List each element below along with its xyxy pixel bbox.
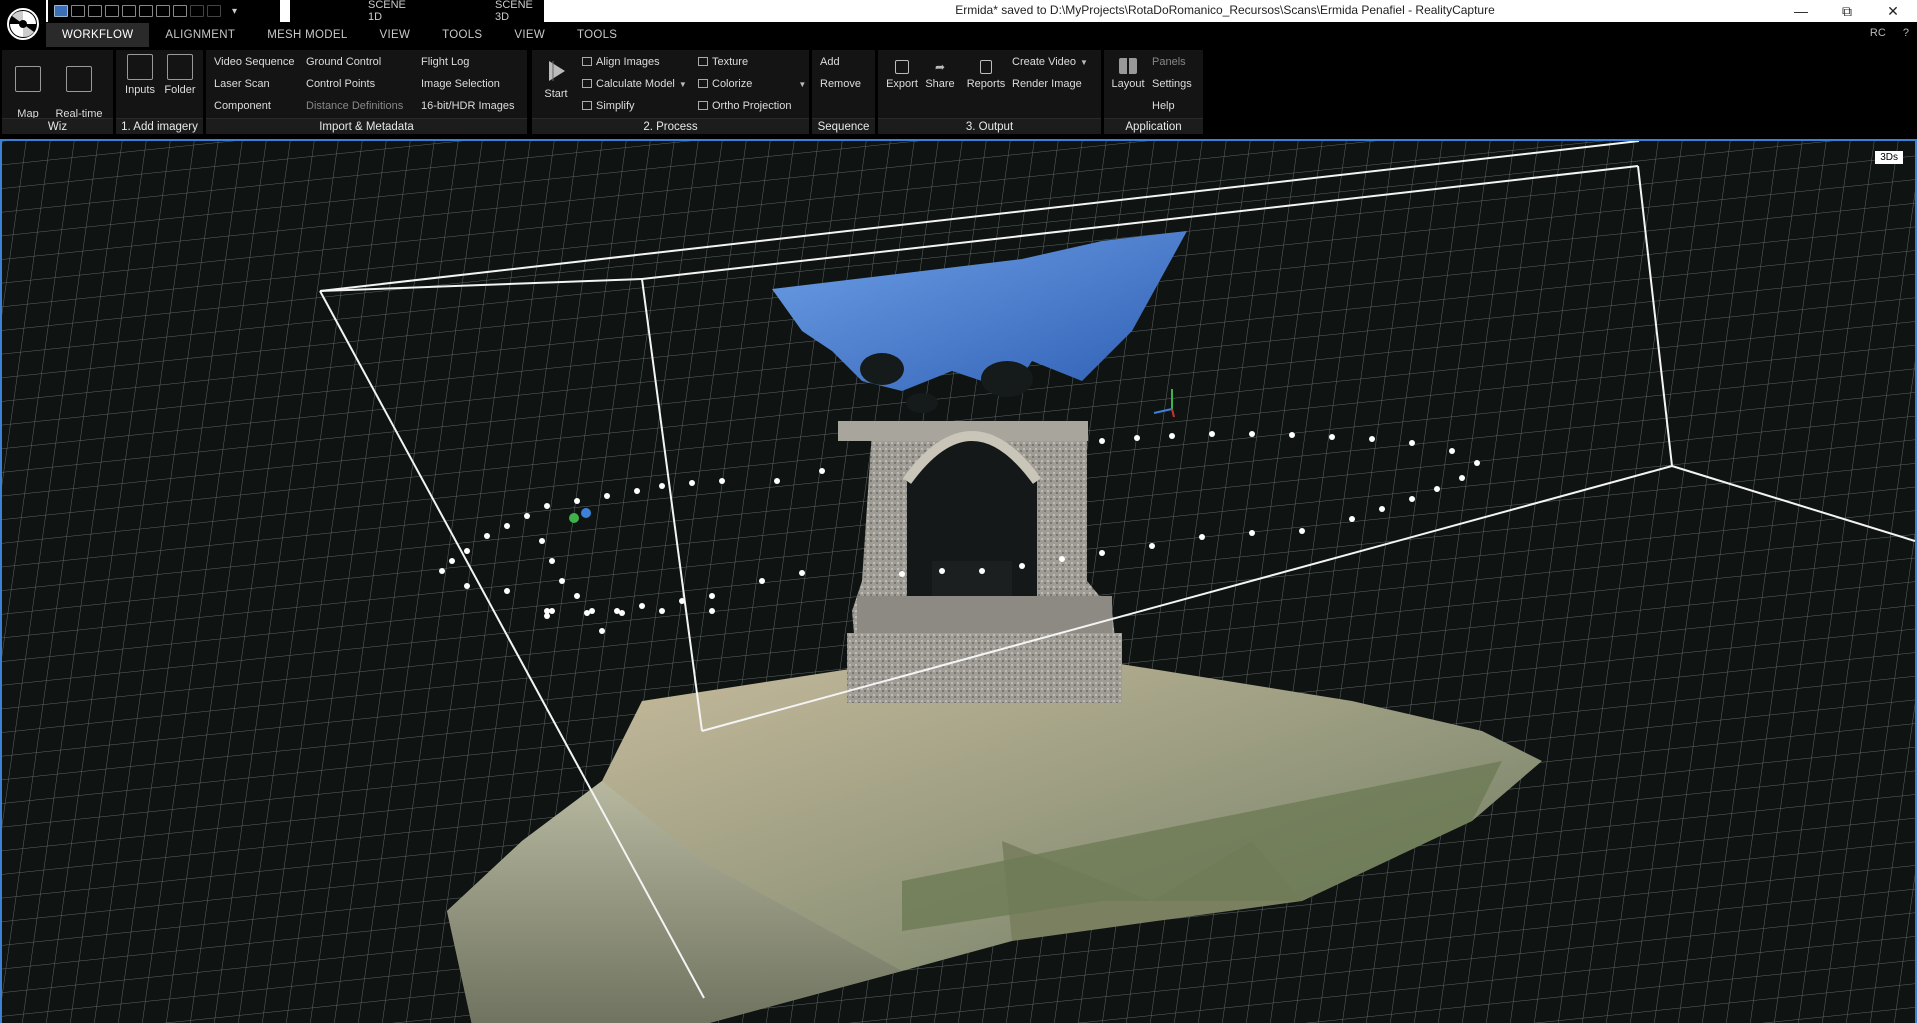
hdr-images-button[interactable]: 16-bit/HDR Images xyxy=(421,98,515,114)
scene-3d-tab[interactable]: SCENE 3D xyxy=(495,0,544,23)
tab-tools-3d[interactable]: TOOLS xyxy=(561,23,633,47)
folder-icon xyxy=(167,54,193,80)
video-sequence-button[interactable]: Video Sequence xyxy=(214,54,295,70)
scene-1d-tab[interactable]: SCENE 1D xyxy=(368,0,417,23)
map-wizard-icon xyxy=(15,66,41,92)
panels-button[interactable]: Panels xyxy=(1152,54,1186,70)
simplify-icon xyxy=(582,101,592,110)
rc-label: RC xyxy=(1869,27,1886,39)
calculate-icon xyxy=(582,79,592,88)
group-wiz: Map Wizard Real-time Assistance Wiz xyxy=(2,50,114,134)
layout-2-icon[interactable] xyxy=(71,5,85,17)
colorize-button[interactable]: Colorize ▼ xyxy=(698,76,806,92)
render-image-button[interactable]: Render Image xyxy=(1012,76,1082,92)
share-button[interactable]: ➦ Share xyxy=(920,60,960,90)
inputs-button[interactable]: Inputs xyxy=(120,54,160,96)
title-bar: ▾ SCENE 1D SCENE 3D Ermida* saved to D:\… xyxy=(0,0,1917,23)
calculate-model-button[interactable]: Calculate Model ▼ xyxy=(582,76,687,92)
start-button[interactable]: Start xyxy=(536,58,576,100)
simplify-button[interactable]: Simplify xyxy=(582,98,635,114)
group-label-sequence: Sequence xyxy=(812,118,875,134)
layout-3-icon[interactable] xyxy=(88,5,102,17)
layout-6-icon[interactable] xyxy=(139,5,153,17)
colorize-icon xyxy=(698,79,708,88)
control-points-button[interactable]: Control Points xyxy=(306,76,375,92)
align-icon xyxy=(582,57,592,66)
tab-workflow[interactable]: WORKFLOW xyxy=(46,23,150,47)
align-images-button[interactable]: Align Images xyxy=(582,54,660,70)
group-label-import-metadata: Import & Metadata xyxy=(206,118,527,134)
chevron-down-icon[interactable]: ▼ xyxy=(798,80,806,89)
group-process: Start Align Images Calculate Model ▼ Simp… xyxy=(532,50,810,134)
tab-alignment[interactable]: ALIGNMENT xyxy=(149,23,251,47)
realtime-assistance-icon xyxy=(66,66,92,92)
undo-icon[interactable] xyxy=(190,5,204,17)
settings-button[interactable]: Settings xyxy=(1152,76,1192,92)
inputs-icon xyxy=(127,54,153,80)
share-icon: ➦ xyxy=(934,60,946,74)
restore-icon[interactable]: ⧉ xyxy=(1824,0,1870,22)
ribbon: Map Wizard Real-time Assistance Wiz Inpu… xyxy=(0,48,1917,136)
flight-log-button[interactable]: Flight Log xyxy=(421,54,469,70)
group-label-add-imagery: 1. Add imagery xyxy=(116,118,203,134)
minimize-icon[interactable]: — xyxy=(1778,0,1824,22)
layout-4-icon[interactable] xyxy=(105,5,119,17)
layout-icon xyxy=(1119,58,1137,74)
layout-button[interactable]: Layout xyxy=(1108,58,1148,90)
chevron-down-icon[interactable]: ▼ xyxy=(1080,58,1088,67)
layout-1-icon[interactable] xyxy=(54,5,68,17)
chevron-down-icon[interactable]: ▼ xyxy=(679,80,687,89)
group-import-metadata: Video Sequence Laser Scan Component Grou… xyxy=(206,50,528,134)
group-label-output: 3. Output xyxy=(878,118,1101,134)
group-application: Layout Panels Settings Help Application xyxy=(1104,50,1204,134)
layout-5-icon[interactable] xyxy=(122,5,136,17)
quick-access-dropdown-icon[interactable]: ▾ xyxy=(232,6,237,17)
tab-mesh-model[interactable]: MESH MODEL xyxy=(251,23,363,47)
reports-icon xyxy=(980,60,992,74)
menu-tab-bar: WORKFLOW ALIGNMENT MESH MODEL VIEW TOOLS… xyxy=(46,22,1917,48)
ortho-icon xyxy=(698,101,708,110)
tab-view[interactable]: VIEW xyxy=(364,23,427,47)
group-sequence: Add Remove Sequence xyxy=(812,50,876,134)
view-mode-badge[interactable]: 3Ds xyxy=(1875,151,1903,164)
help-icon[interactable]: ? xyxy=(1903,27,1909,39)
tab-right-area: RC ? xyxy=(1856,27,1909,39)
export-button[interactable]: Export xyxy=(882,60,922,90)
viewport-3d[interactable]: 3Ds xyxy=(0,139,1917,1023)
create-video-button[interactable]: Create Video ▼ xyxy=(1012,54,1088,70)
tab-tools[interactable]: TOOLS xyxy=(426,23,498,47)
quick-layout-bar: ▾ xyxy=(48,0,280,22)
group-add-imagery: Inputs Folder 1. Add imagery xyxy=(116,50,204,134)
layout-7-icon[interactable] xyxy=(156,5,170,17)
help-button[interactable]: Help xyxy=(1152,98,1175,114)
reports-button[interactable]: Reports xyxy=(964,60,1008,90)
add-button[interactable]: Add xyxy=(820,54,840,70)
texture-button[interactable]: Texture xyxy=(698,54,748,70)
app-logo-icon[interactable] xyxy=(0,0,46,48)
laser-scan-button[interactable]: Laser Scan xyxy=(214,76,270,92)
export-icon xyxy=(895,60,909,74)
ortho-projection-button[interactable]: Ortho Projection xyxy=(698,98,791,114)
layout-8-icon[interactable] xyxy=(173,5,187,17)
tab-view-3d[interactable]: VIEW xyxy=(498,23,561,47)
remove-button[interactable]: Remove xyxy=(820,76,861,92)
close-icon[interactable]: ✕ xyxy=(1870,0,1916,22)
play-icon xyxy=(543,58,569,84)
folder-button[interactable]: Folder xyxy=(160,54,200,96)
group-label-application: Application xyxy=(1104,118,1203,134)
ground-control-button[interactable]: Ground Control xyxy=(306,54,381,70)
scene-render[interactable] xyxy=(2,141,1915,1023)
redo-icon[interactable] xyxy=(207,5,221,17)
window-title: Ermida* saved to D:\MyProjects\RotaDoRom… xyxy=(955,3,1495,17)
component-button[interactable]: Component xyxy=(214,98,271,114)
distance-definitions-button[interactable]: Distance Definitions xyxy=(306,98,403,114)
group-label-process: 2. Process xyxy=(532,118,809,134)
group-output: Export ➦ Share Reports Create Video ▼ Ren… xyxy=(878,50,1102,134)
group-label-wiz: Wiz xyxy=(2,118,113,134)
texture-icon xyxy=(698,57,708,66)
image-selection-button[interactable]: Image Selection xyxy=(421,76,500,92)
scene-tabs: SCENE 1D SCENE 3D xyxy=(290,0,544,23)
